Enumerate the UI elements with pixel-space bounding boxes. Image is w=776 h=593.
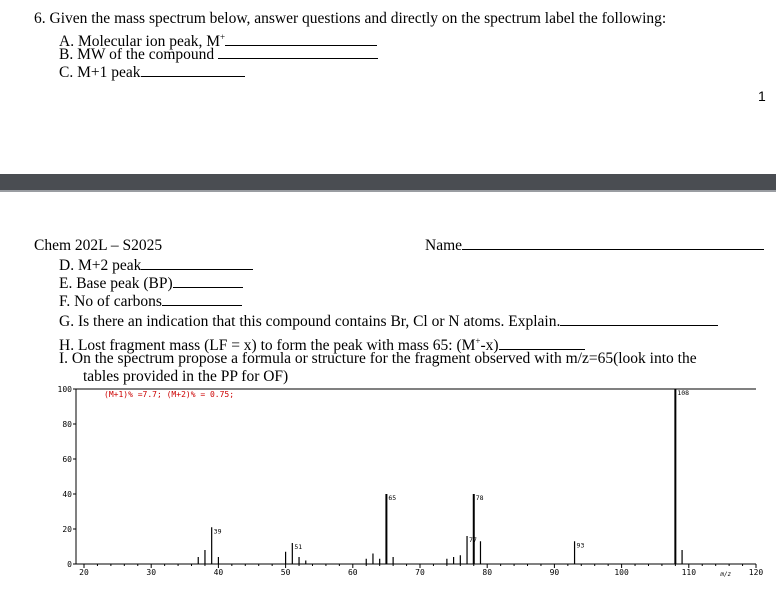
item-b: B. MW of the compound	[59, 46, 379, 64]
peak-label: 51	[294, 543, 302, 551]
page-divider-edge	[0, 190, 776, 192]
item-a-blank[interactable]	[225, 33, 378, 47]
item-g-label: G. Is there an indication that this comp…	[59, 313, 561, 330]
x-tick-label: 20	[79, 568, 89, 577]
name-blank[interactable]	[462, 237, 765, 250]
page-number: 1	[758, 88, 766, 104]
item-g-blank[interactable]	[560, 313, 719, 326]
y-tick-label: 40	[62, 490, 72, 499]
item-e-blank[interactable]	[172, 275, 243, 288]
peak-label: 108	[677, 389, 689, 397]
item-c-label: C. M+1 peak	[59, 64, 141, 81]
item-d-blank[interactable]	[141, 257, 254, 270]
item-f: F. No of carbons	[59, 293, 242, 311]
item-i-line1: I. On the spectrum propose a formula or …	[59, 350, 697, 367]
item-b-blank[interactable]	[218, 46, 379, 59]
question-6: 6. Given the mass spectrum below, answer…	[34, 10, 667, 27]
peak-label: 93	[577, 541, 585, 549]
x-tick-label: 120	[749, 568, 764, 577]
y-tick-label: 20	[62, 525, 72, 534]
x-tick-label: 50	[281, 568, 291, 577]
x-tick-label: 90	[550, 568, 560, 577]
item-f-blank[interactable]	[161, 293, 242, 306]
item-h-blank[interactable]	[498, 337, 585, 351]
item-f-label: F. No of carbons	[59, 293, 162, 310]
x-tick-label: 80	[482, 568, 492, 577]
item-g: G. Is there an indication that this comp…	[59, 313, 719, 331]
item-i-line2: tables provided in the PP for OF)	[83, 368, 289, 385]
y-tick-label: 100	[58, 385, 73, 394]
x-tick-label: 40	[214, 568, 224, 577]
peak-label: 77	[469, 536, 477, 544]
x-tick-label: 30	[146, 568, 156, 577]
x-axis-label: m/z	[719, 571, 731, 578]
item-c: C. M+1 peak	[59, 64, 245, 82]
peak-label: 78	[476, 494, 484, 502]
course-header: Chem 202L – S2025	[34, 237, 163, 254]
x-tick-label: 100	[614, 568, 629, 577]
x-tick-label: 110	[682, 568, 697, 577]
chart-axes: 0 20 40 60 80 100 20 30 40 50 60 70 80 90 100 110 120 m/z	[58, 385, 764, 578]
item-b-label: B. MW of the compound	[59, 46, 215, 63]
y-tick-label: 60	[62, 455, 72, 464]
item-d-label: D. M+2 peak	[59, 257, 142, 274]
page-divider	[0, 174, 776, 190]
item-d: D. M+2 peak	[59, 257, 254, 275]
chart-bars	[197, 389, 683, 564]
name-field: Name	[425, 237, 765, 255]
x-tick-label: 60	[348, 568, 358, 577]
peak-label: 65	[388, 494, 396, 502]
chart-labels: 39 51 65 77 78 93 108	[214, 389, 690, 551]
y-tick-label: 80	[62, 420, 72, 429]
item-e: E. Base peak (BP)	[59, 275, 243, 293]
item-c-blank[interactable]	[140, 64, 245, 77]
y-tick-label: 0	[67, 560, 72, 569]
name-label: Name	[425, 237, 463, 254]
item-e-label: E. Base peak (BP)	[59, 275, 173, 292]
chart-annotation: (M+1)% =7.7; (M+2)% = 0.75;	[104, 390, 234, 399]
x-tick-label: 70	[415, 568, 425, 577]
peak-label: 39	[214, 527, 222, 535]
